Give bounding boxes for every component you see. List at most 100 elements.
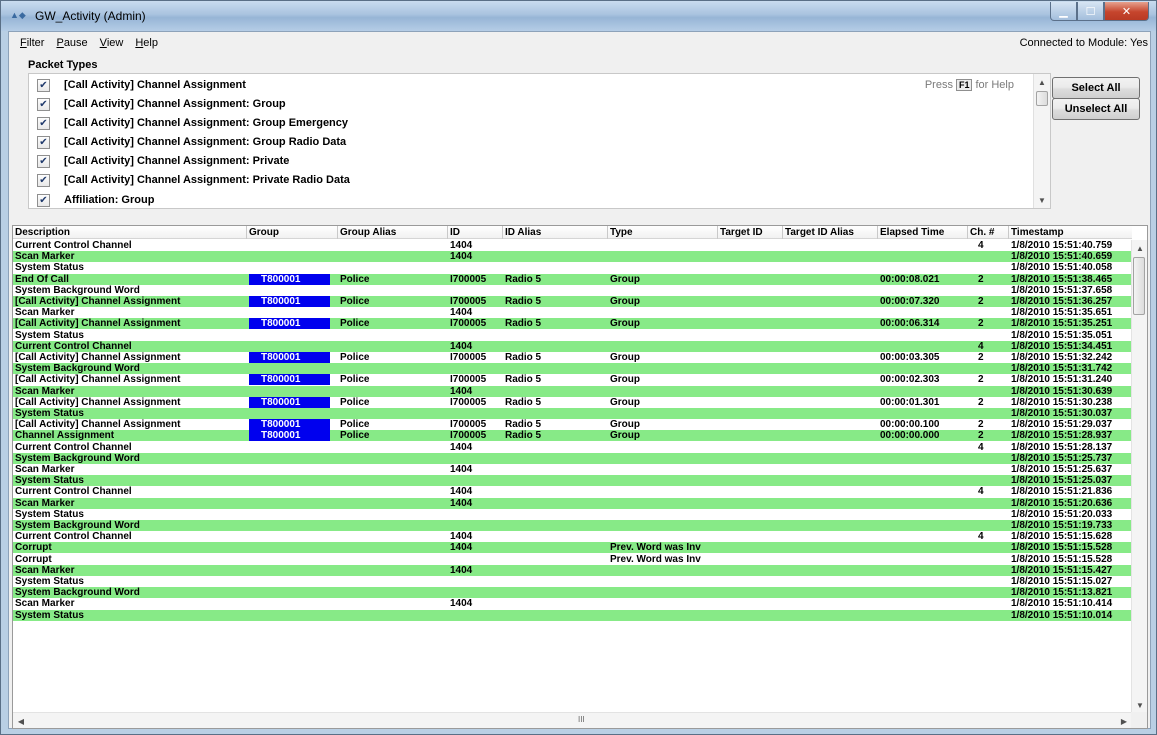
table-row[interactable]: Corrupt 1404 Prev. Word was Inv 1/8/2010 15… xyxy=(13,542,1132,554)
packet-type-item[interactable]: ✔ [Call Activity] Channel Assignment: Pr… xyxy=(37,153,289,169)
scroll-left-icon[interactable]: ◀ xyxy=(13,713,29,728)
table-row[interactable]: System Status 1/8/2010 15:51:20.033 xyxy=(13,509,1132,520)
packet-type-item[interactable]: ✔ Affiliation: Group xyxy=(37,192,154,208)
table-row[interactable]: System Status 1/8/2010 15:51:40.058 xyxy=(13,262,1132,273)
menu-view[interactable]: View xyxy=(100,37,124,49)
table-row[interactable]: Scan Marker 1404 1/8/2010 15:51:15.427 xyxy=(13,564,1132,576)
column-header-id[interactable]: ID xyxy=(448,226,503,239)
scroll-thumb[interactable] xyxy=(1133,257,1145,315)
packet-type-item[interactable]: ✔ [Call Activity] Channel Assignment xyxy=(37,77,246,93)
packet-type-item[interactable]: ✔ [Call Activity] Channel Assignment: Gr… xyxy=(37,115,348,131)
table-row[interactable]: [Call Activity] Channel Assignment T80000… xyxy=(13,352,1132,363)
column-header-group-alias[interactable]: Group Alias xyxy=(338,226,448,239)
scroll-thumb[interactable] xyxy=(1036,91,1048,106)
table-row[interactable]: Current Control Channel 1404 4 1/8/2010 15:… xyxy=(13,240,1132,251)
column-header-target-id-alias[interactable]: Target ID Alias xyxy=(783,226,878,239)
cell-group: T800001 xyxy=(249,430,330,442)
cell-id xyxy=(448,363,503,374)
table-row[interactable]: Scan Marker 1404 1/8/2010 15:51:10.414 xyxy=(13,598,1132,609)
table-row[interactable]: System Status 1/8/2010 15:51:35.051 xyxy=(13,330,1132,341)
scroll-up-icon[interactable]: ▲ xyxy=(1034,74,1050,90)
column-header-type[interactable]: Type xyxy=(608,226,718,239)
table-row[interactable]: [Call Activity] Channel Assignment T80000… xyxy=(13,374,1132,386)
table-row[interactable]: System Background Word 1/8/2010 15:51:19.… xyxy=(13,520,1132,531)
table-row[interactable]: [Call Activity] Channel Assignment T80000… xyxy=(13,296,1132,307)
table-row[interactable]: Scan Marker 1404 1/8/2010 15:51:40.659 xyxy=(13,251,1132,263)
table-row[interactable]: Current Control Channel 1404 4 1/8/2010 15:… xyxy=(13,442,1132,453)
activity-grid[interactable]: Description Group Group Alias ID ID Alia… xyxy=(12,225,1148,729)
minimize-button[interactable]: ▁ xyxy=(1050,2,1077,21)
table-row[interactable]: Current Control Channel 1404 4 1/8/2010 15:… xyxy=(13,340,1132,352)
close-button[interactable]: ✕ xyxy=(1104,2,1149,21)
table-row[interactable]: Scan Marker 1404 1/8/2010 15:51:35.651 xyxy=(13,307,1132,318)
table-row[interactable]: [Call Activity] Channel Assignment T80000… xyxy=(13,419,1132,431)
cell-target-id xyxy=(718,397,783,408)
table-row[interactable]: System Status 1/8/2010 15:51:10.014 xyxy=(13,609,1132,621)
scroll-grip[interactable]: III xyxy=(578,715,585,724)
cell-id-alias: Radio 5 xyxy=(505,352,542,363)
scrollbar-corner xyxy=(1131,712,1147,728)
cell-id-alias xyxy=(503,240,608,251)
column-header-target-id[interactable]: Target ID xyxy=(718,226,783,239)
checkbox-checked-icon[interactable]: ✔ xyxy=(37,173,50,187)
cell-id-alias xyxy=(503,542,608,553)
maximize-button[interactable]: ☐ xyxy=(1077,2,1104,21)
table-row[interactable]: System Status 1/8/2010 15:51:15.027 xyxy=(13,576,1132,587)
table-row[interactable]: Scan Marker 1404 1/8/2010 15:51:25.637 xyxy=(13,464,1132,475)
table-row[interactable]: Corrupt Prev. Word was Inv 1/8/2010 15:51:… xyxy=(13,554,1132,565)
grid-horizontal-scrollbar[interactable]: ◀ III ▶ xyxy=(13,712,1132,728)
table-row[interactable]: Scan Marker 1404 1/8/2010 15:51:30.639 xyxy=(13,385,1132,397)
packet-type-item[interactable]: ✔ [Call Activity] Channel Assignment: Gr… xyxy=(37,96,286,112)
cell-target-id xyxy=(718,475,783,486)
cell-elapsed-time xyxy=(878,330,968,341)
scroll-up-icon[interactable]: ▲ xyxy=(1132,240,1147,256)
column-header-group[interactable]: Group xyxy=(247,226,338,239)
table-row[interactable]: Scan Marker 1404 1/8/2010 15:51:20.636 xyxy=(13,497,1132,509)
packet-type-item[interactable]: ✔ [Call Activity] Channel Assignment: Gr… xyxy=(37,134,346,150)
cell-target-id xyxy=(718,464,783,475)
select-all-button[interactable]: Select All xyxy=(1052,77,1140,99)
title-bar[interactable]: ▲◆ GW_Activity (Admin) ▁ ☐ ✕ xyxy=(1,1,1156,31)
table-row[interactable]: Channel Assignment T800001 Police I700005 Ra… xyxy=(13,430,1132,442)
table-row[interactable]: System Status 1/8/2010 15:51:25.037 xyxy=(13,475,1132,487)
cell-target-id xyxy=(718,408,783,419)
table-row[interactable]: System Background Word 1/8/2010 15:51:37.… xyxy=(13,285,1132,296)
cell-id xyxy=(448,408,503,419)
table-row[interactable]: [Call Activity] Channel Assignment T80000… xyxy=(13,318,1132,330)
column-header-id-alias[interactable]: ID Alias xyxy=(503,226,608,239)
table-row[interactable]: [Call Activity] Channel Assignment T80000… xyxy=(13,396,1132,408)
column-header-channel[interactable]: Ch. # xyxy=(968,226,1009,239)
column-header-timestamp[interactable]: Timestamp xyxy=(1009,226,1132,239)
packet-types-scrollbar[interactable]: ▲ ▼ xyxy=(1033,74,1050,208)
unselect-all-button[interactable]: Unselect All xyxy=(1052,98,1140,120)
menu-help[interactable]: Help xyxy=(135,37,158,49)
table-row[interactable]: System Background Word 1/8/2010 15:51:25.… xyxy=(13,452,1132,464)
packet-type-item[interactable]: ✔ [Call Activity] Channel Assignment: Pr… xyxy=(37,172,350,188)
table-row[interactable]: Current Control Channel 1404 4 1/8/2010 15:… xyxy=(13,486,1132,497)
cell-type xyxy=(608,330,718,341)
table-row[interactable]: Current Control Channel 1404 4 1/8/2010 15:… xyxy=(13,531,1132,542)
menu-pause[interactable]: Pause xyxy=(56,37,87,49)
scroll-down-icon[interactable]: ▼ xyxy=(1034,192,1050,208)
column-header-description[interactable]: Description xyxy=(13,226,247,239)
checkbox-checked-icon[interactable]: ✔ xyxy=(37,78,50,92)
table-row[interactable]: System Background Word 1/8/2010 15:51:31.… xyxy=(13,363,1132,375)
checkbox-checked-icon[interactable]: ✔ xyxy=(37,97,50,111)
packet-types-list[interactable]: ✔ [Call Activity] Channel Assignment ✔ [… xyxy=(28,73,1051,209)
cell-description: Scan Marker xyxy=(15,564,75,576)
grid-vertical-scrollbar[interactable]: ▲ ▼ xyxy=(1131,240,1147,713)
cell-channel: 2 xyxy=(978,318,984,330)
table-row[interactable]: System Background Word 1/8/2010 15:51:13.… xyxy=(13,587,1132,599)
table-row[interactable]: End Of Call T800001 Police I700005 Radio 5 Gr… xyxy=(13,273,1132,285)
checkbox-checked-icon[interactable]: ✔ xyxy=(37,193,50,207)
scroll-right-icon[interactable]: ▶ xyxy=(1116,713,1132,728)
cell-timestamp: 1/8/2010 15:51:35.051 xyxy=(1011,329,1113,341)
menu-filter[interactable]: Filter xyxy=(20,37,44,49)
checkbox-checked-icon[interactable]: ✔ xyxy=(37,116,50,130)
scroll-down-icon[interactable]: ▼ xyxy=(1132,697,1147,713)
checkbox-checked-icon[interactable]: ✔ xyxy=(37,154,50,168)
cell-target-id xyxy=(718,307,783,318)
column-header-elapsed-time[interactable]: Elapsed Time xyxy=(878,226,968,239)
checkbox-checked-icon[interactable]: ✔ xyxy=(37,135,50,149)
table-row[interactable]: System Status 1/8/2010 15:51:30.037 xyxy=(13,408,1132,419)
